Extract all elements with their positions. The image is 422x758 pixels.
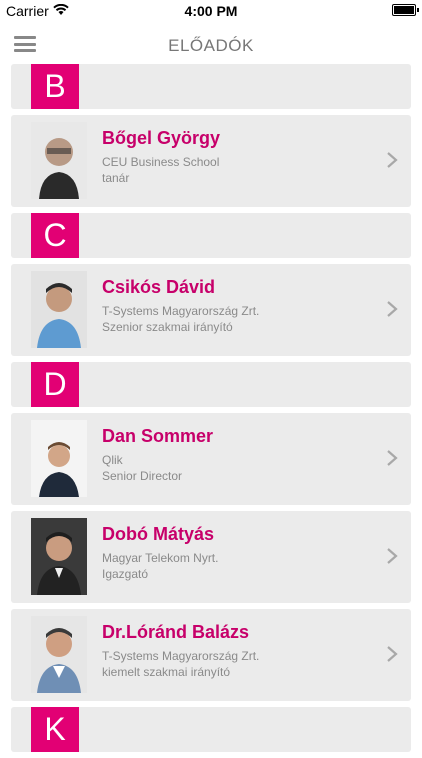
speaker-role: Senior Director	[102, 469, 183, 483]
section-header-k: K	[11, 707, 411, 752]
speaker-photo	[31, 420, 87, 497]
speaker-row[interactable]: Csikós Dávid T-Systems Magyarország Zrt.…	[11, 264, 411, 356]
speaker-name: Bőgel György	[102, 128, 221, 148]
speaker-role: Igazgató	[102, 567, 149, 581]
chevron-right-icon	[385, 300, 399, 318]
chevron-right-icon	[385, 449, 399, 467]
speaker-role: tanár	[102, 171, 130, 185]
speaker-role: Szenior szakmai irányító	[102, 320, 233, 334]
chevron-right-icon	[385, 645, 399, 663]
clock: 4:00 PM	[184, 3, 238, 19]
speaker-name: Dr.Lóránd Balázs	[102, 622, 250, 642]
speaker-name: Dobó Mátyás	[102, 524, 215, 544]
speaker-row[interactable]: Dobó Mátyás Magyar Telekom Nyrt. Igazgat…	[11, 511, 411, 603]
section-letter: B	[31, 64, 79, 109]
section-letter: D	[31, 362, 79, 407]
chevron-right-icon	[385, 547, 399, 565]
speaker-photo	[31, 518, 87, 595]
speaker-row[interactable]: Bőgel György CEU Business School tanár	[11, 115, 411, 207]
speaker-photo	[31, 616, 87, 693]
speaker-role: kiemelt szakmai irányító	[102, 665, 231, 679]
speaker-company: Qlik	[102, 453, 123, 467]
page-title: ELŐADÓK	[168, 36, 254, 55]
speaker-list[interactable]: B Bőgel György CEU Business School tanár…	[0, 64, 422, 758]
speaker-name: Dan Sommer	[102, 426, 214, 446]
speaker-company: CEU Business School	[102, 155, 220, 169]
section-header-d: D	[11, 362, 411, 407]
speaker-photo	[31, 122, 87, 199]
section-letter: K	[31, 707, 79, 752]
battery-icon	[392, 4, 419, 16]
navigation-bar: ELŐADÓK	[0, 22, 422, 66]
section-header-c: C	[11, 213, 411, 258]
section-header-b: B	[11, 64, 411, 109]
speaker-row[interactable]: Dan Sommer Qlik Senior Director	[11, 413, 411, 505]
speaker-name: Csikós Dávid	[102, 277, 216, 297]
speaker-company: T-Systems Magyarország Zrt.	[102, 304, 260, 318]
speaker-company: T-Systems Magyarország Zrt.	[102, 649, 260, 663]
chevron-right-icon	[385, 151, 399, 169]
speaker-row[interactable]: Dr.Lóránd Balázs T-Systems Magyarország …	[11, 609, 411, 701]
speaker-company: Magyar Telekom Nyrt.	[102, 551, 219, 565]
section-letter: C	[31, 213, 79, 258]
status-bar: Carrier 4:00 PM	[0, 0, 422, 22]
speaker-photo	[31, 271, 87, 348]
